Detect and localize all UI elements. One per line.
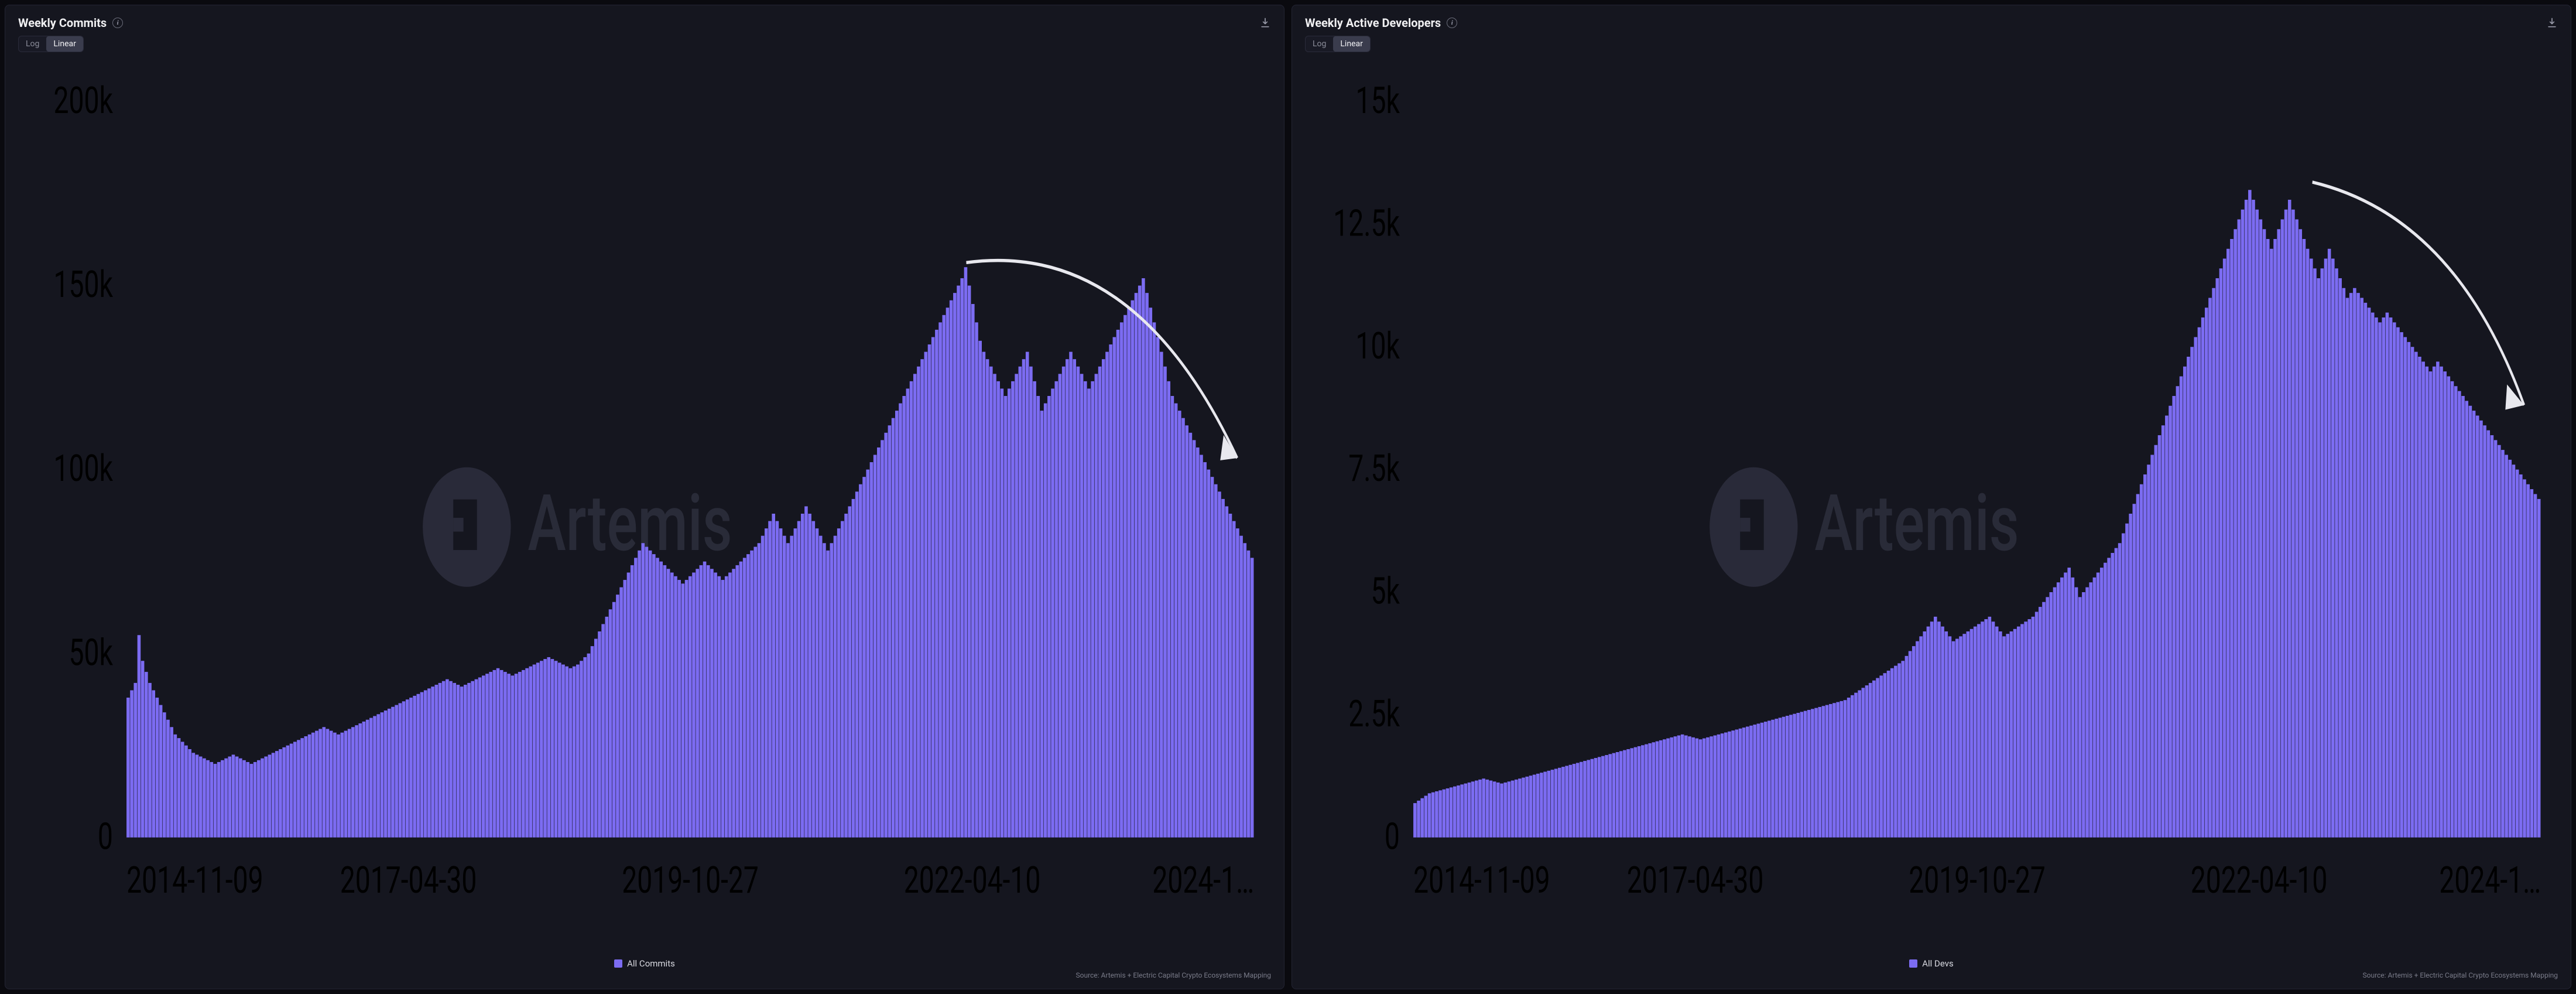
card-weekly-devs: Weekly Active Developers i Log Linear 02…: [1292, 5, 2571, 989]
svg-text:15k: 15k: [1355, 80, 1399, 122]
download-icon[interactable]: [2546, 17, 2558, 29]
scale-log-button[interactable]: Log: [19, 36, 46, 52]
scale-linear-button[interactable]: Linear: [1333, 36, 1369, 52]
svg-text:200k: 200k: [53, 80, 112, 122]
svg-text:2024-1…: 2024-1…: [2439, 859, 2541, 902]
legend-label: All Commits: [627, 958, 675, 969]
source-line: Source: Artemis + Electric Capital Crypt…: [18, 971, 1271, 979]
card-title-group: Weekly Active Developers i: [1305, 16, 1457, 30]
svg-text:2014-11-09: 2014-11-09: [1413, 859, 1550, 902]
legend-swatch: [614, 959, 622, 968]
svg-text:5k: 5k: [1371, 571, 1399, 613]
svg-text:50k: 50k: [68, 631, 112, 674]
svg-text:150k: 150k: [53, 264, 112, 306]
svg-text:2019-10-27: 2019-10-27: [1909, 859, 2046, 902]
scale-toggle[interactable]: Log Linear: [18, 36, 84, 52]
card-header: Weekly Commits i: [18, 16, 1271, 30]
download-icon-svg: [2546, 17, 2558, 29]
svg-text:2.5k: 2.5k: [1348, 693, 1400, 736]
legend: All Devs: [1305, 958, 2558, 969]
card-title: Weekly Commits: [18, 16, 107, 30]
svg-text:2024-1…: 2024-1…: [1152, 859, 1254, 902]
scale-log-button[interactable]: Log: [1306, 36, 1333, 52]
chart-plot-devs: 0 2.5k 5k 7.5k 10k 12.5k 15k Artemis 2014-11-0…: [1305, 56, 2558, 952]
legend-swatch: [1909, 959, 1917, 968]
svg-text:0: 0: [1385, 815, 1400, 858]
svg-text:2022-04-10: 2022-04-10: [904, 859, 1041, 902]
svg-text:2017-04-30: 2017-04-30: [340, 859, 477, 902]
card-weekly-commits: Weekly Commits i Log Linear 0 50k 100k 150k…: [5, 5, 1284, 989]
svg-text:2017-04-30: 2017-04-30: [1627, 859, 1764, 902]
chart-plot-commits: 0 50k 100k 150k 200k Artemis 2014-11-09 2017-…: [18, 56, 1271, 952]
legend: All Commits: [18, 958, 1271, 969]
info-icon[interactable]: i: [112, 18, 123, 28]
svg-text:10k: 10k: [1355, 325, 1399, 368]
card-title-group: Weekly Commits i: [18, 16, 123, 30]
watermark-text: Artemis: [1814, 477, 2019, 569]
svg-text:2022-04-10: 2022-04-10: [2191, 859, 2328, 902]
download-icon[interactable]: [1259, 17, 1271, 29]
svg-text:100k: 100k: [53, 448, 112, 490]
watermark-text: Artemis: [527, 477, 732, 569]
dashboard-row: Weekly Commits i Log Linear 0 50k 100k 150k…: [0, 0, 2576, 994]
svg-text:12.5k: 12.5k: [1333, 203, 1400, 245]
svg-text:0: 0: [98, 815, 113, 858]
chart-svg: 0 50k 100k 150k 200k Artemis 2014-11-09 2017-…: [18, 56, 1271, 952]
svg-text:7.5k: 7.5k: [1348, 448, 1400, 490]
source-line: Source: Artemis + Electric Capital Crypt…: [1305, 971, 2558, 979]
card-header: Weekly Active Developers i: [1305, 16, 2558, 30]
chart-svg: 0 2.5k 5k 7.5k 10k 12.5k 15k Artemis 2014-11-0…: [1305, 56, 2558, 952]
svg-text:2014-11-09: 2014-11-09: [126, 859, 263, 902]
info-icon[interactable]: i: [1447, 18, 1457, 28]
download-icon-svg: [1259, 17, 1271, 29]
scale-linear-button[interactable]: Linear: [46, 36, 83, 52]
legend-label: All Devs: [1922, 958, 1954, 969]
svg-text:2019-10-27: 2019-10-27: [622, 859, 759, 902]
scale-toggle[interactable]: Log Linear: [1305, 36, 1371, 52]
card-title: Weekly Active Developers: [1305, 16, 1441, 30]
